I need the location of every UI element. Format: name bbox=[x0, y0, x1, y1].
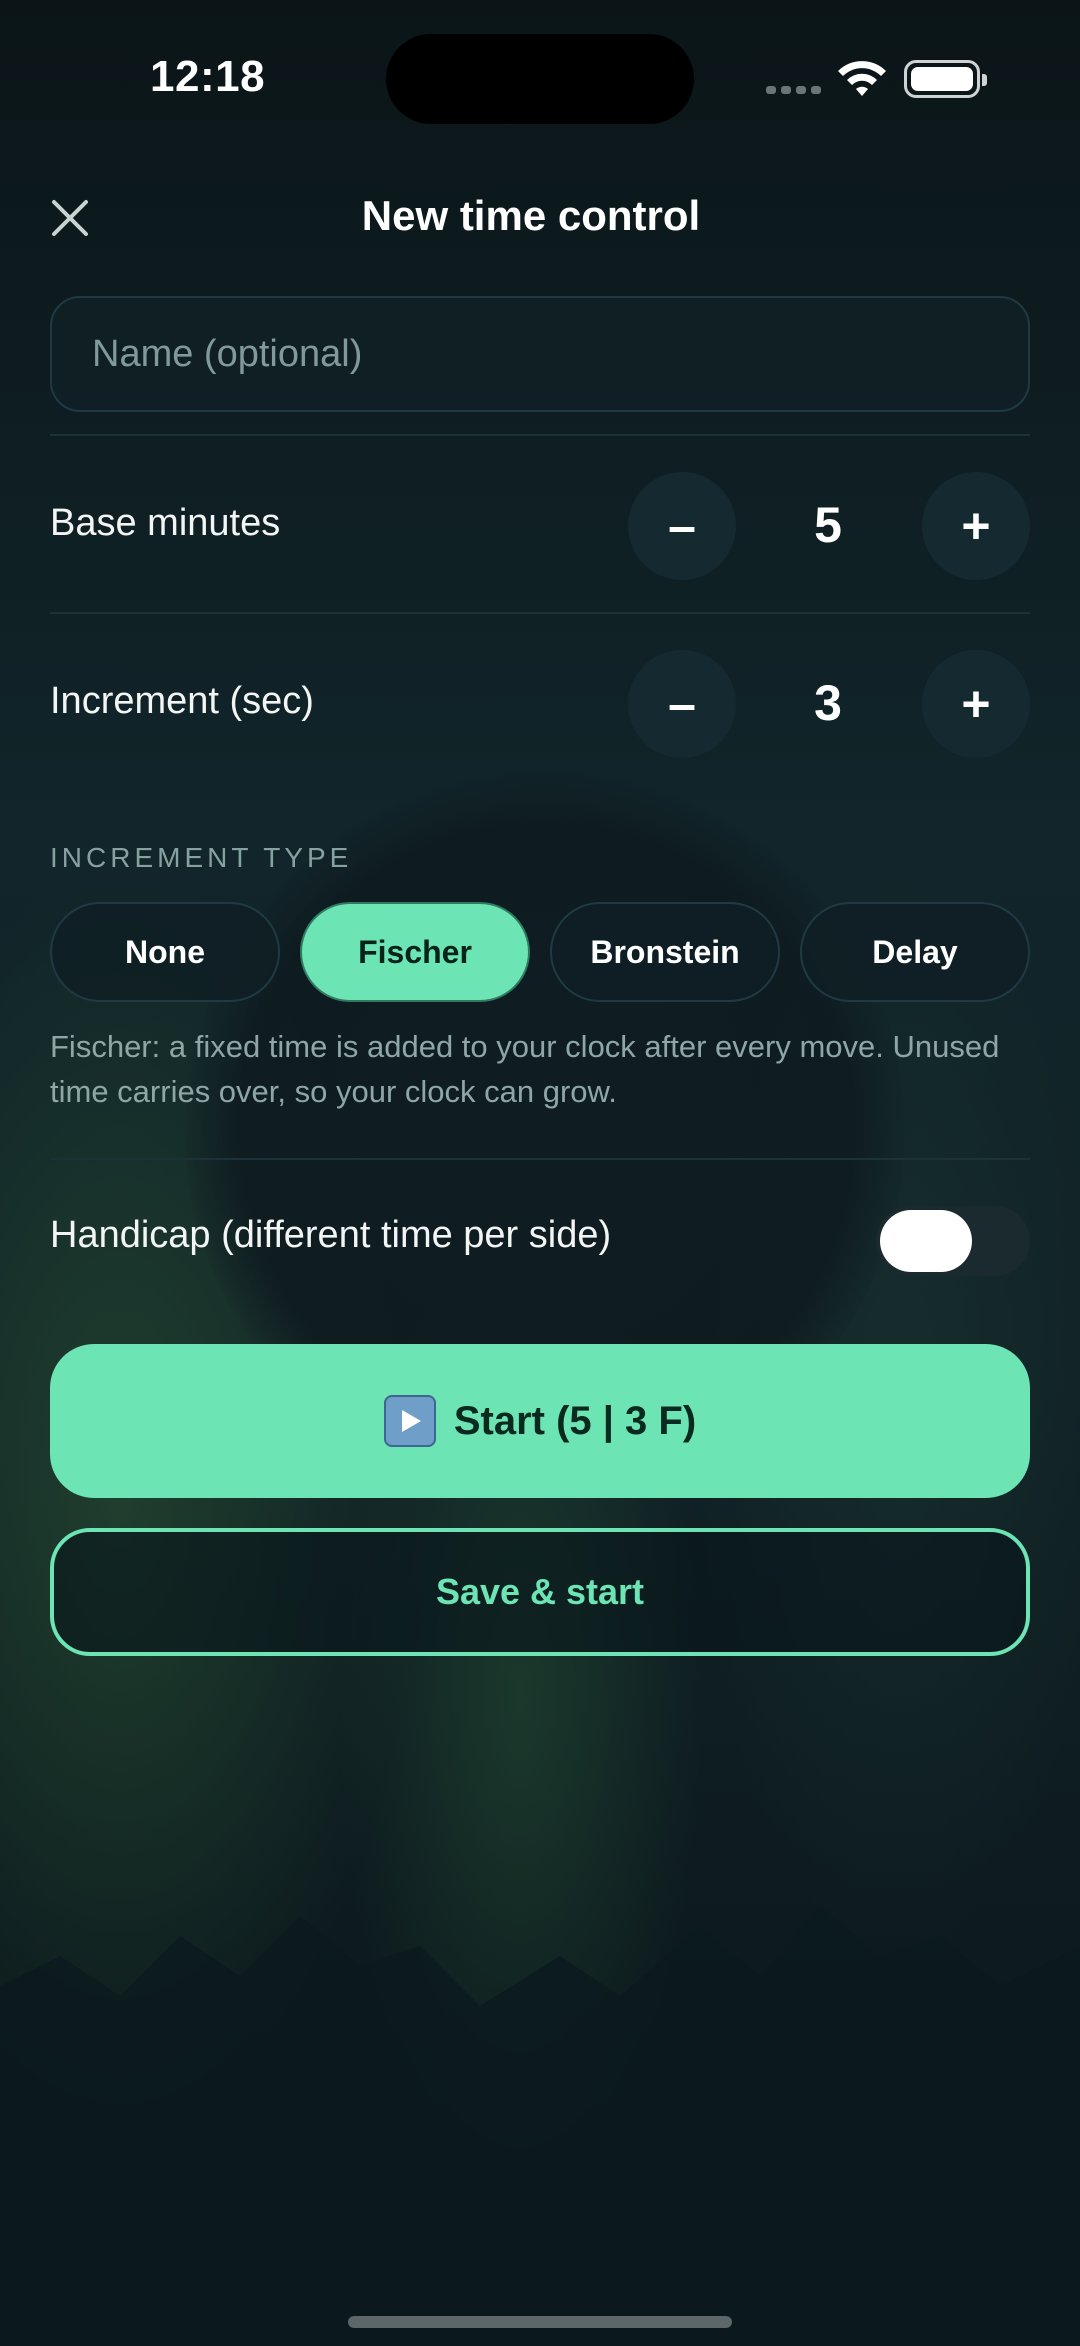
increment-type-section-title: INCREMENT TYPE bbox=[50, 842, 353, 873]
play-icon bbox=[383, 1395, 436, 1447]
divider bbox=[50, 434, 1030, 436]
increment-decrement-button[interactable]: – bbox=[628, 650, 736, 758]
base-minutes-label: Base minutes bbox=[50, 502, 281, 544]
home-indicator bbox=[348, 2316, 732, 2328]
start-button[interactable]: Start (5 | 3 F) bbox=[50, 1344, 1030, 1498]
increment-type-option-fischer[interactable]: Fischer bbox=[300, 902, 530, 1002]
handicap-label: Handicap (different time per side) bbox=[50, 1214, 612, 1256]
battery-icon bbox=[904, 60, 987, 98]
increment-type-option-bronstein[interactable]: Bronstein bbox=[550, 902, 780, 1002]
name-input[interactable] bbox=[50, 296, 1030, 412]
toggle-knob bbox=[880, 1210, 972, 1272]
increment-type-description: Fischer: a fixed time is added to your c… bbox=[50, 1029, 1000, 1109]
cellular-signal-icon bbox=[766, 86, 821, 94]
divider bbox=[50, 612, 1030, 614]
dynamic-island bbox=[386, 34, 694, 124]
save-and-start-button[interactable]: Save & start bbox=[50, 1528, 1030, 1656]
increment-label: Increment (sec) bbox=[50, 680, 314, 722]
increment-type-option-delay[interactable]: Delay bbox=[800, 902, 1030, 1002]
handicap-toggle[interactable] bbox=[876, 1206, 1030, 1276]
base-minutes-decrement-button[interactable]: – bbox=[628, 472, 736, 580]
status-time: 12:18 bbox=[150, 52, 266, 101]
base-minutes-value: 5 bbox=[814, 497, 842, 553]
increment-type-option-none[interactable]: None bbox=[50, 902, 280, 1002]
wifi-icon bbox=[838, 61, 886, 96]
increment-increment-button[interactable]: + bbox=[922, 650, 1030, 758]
base-minutes-increment-button[interactable]: + bbox=[922, 472, 1030, 580]
increment-value: 3 bbox=[814, 675, 842, 731]
page-title: New time control bbox=[361, 192, 701, 239]
divider bbox=[50, 1158, 1030, 1160]
start-button-label: Start (5 | 3 F) bbox=[453, 1398, 697, 1443]
